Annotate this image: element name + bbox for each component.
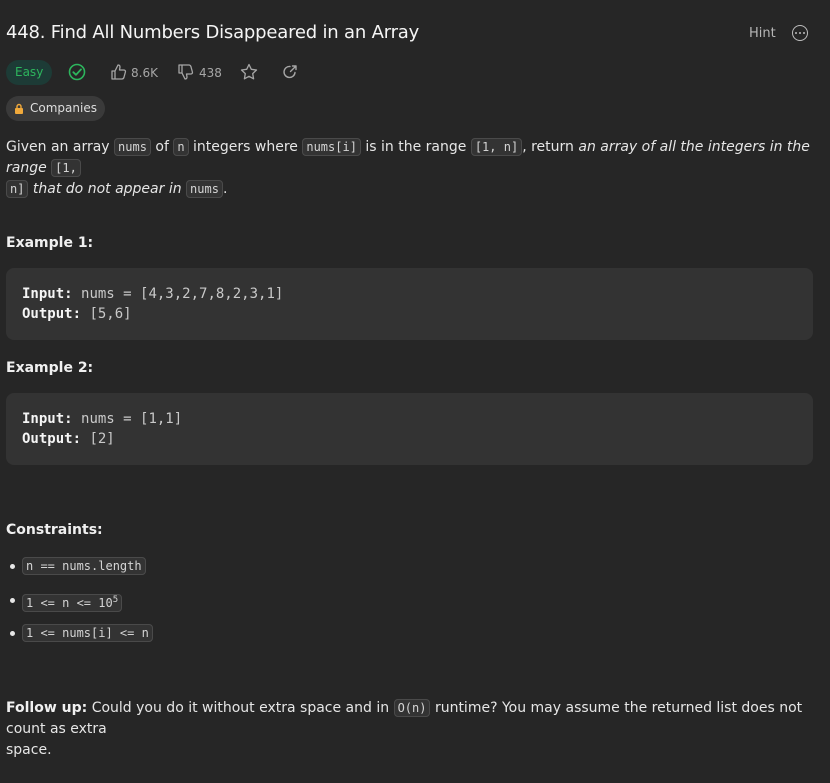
example-1-input: Input: nums = [4,3,2,7,8,2,3,1]: [22, 286, 284, 302]
like-count: 8.6K: [131, 66, 158, 80]
dislike-icon[interactable]: [176, 62, 196, 82]
example-2-heading: Example 2:: [6, 360, 94, 376]
code-nums: nums: [114, 138, 151, 156]
code-nums-2: nums: [186, 180, 223, 198]
example-2-output: Output: [2]: [22, 431, 115, 447]
like-icon[interactable]: [109, 62, 129, 82]
list-bullet: [10, 631, 15, 636]
constraints-heading: Constraints:: [6, 522, 103, 538]
constraint-item: 1 <= n <= 105: [22, 590, 123, 614]
code-range-a: [1,: [51, 159, 81, 177]
share-icon[interactable]: [280, 62, 300, 82]
constraint-item: 1 <= nums[i] <= n: [22, 623, 153, 644]
example-2-input: Input: nums = [1,1]: [22, 411, 183, 427]
hint-button[interactable]: Hint: [749, 26, 776, 41]
problem-description: Given an array nums of n integers where …: [6, 138, 810, 198]
follow-up: Follow up: Could you do it without extra…: [6, 699, 803, 758]
code-nums-i: nums[i]: [302, 138, 361, 156]
lock-icon: [15, 103, 23, 114]
more-options-icon[interactable]: [792, 25, 808, 41]
list-bullet: [10, 598, 15, 603]
dislike-count: 438: [199, 66, 222, 80]
star-icon[interactable]: [239, 62, 259, 82]
list-bullet: [10, 564, 15, 569]
example-1-output: Output: [5,6]: [22, 306, 132, 322]
example-1-heading: Example 1:: [6, 235, 94, 251]
difficulty-badge: Easy: [6, 60, 53, 85]
code-n: n: [173, 138, 189, 156]
example-2-box: Input: nums = [1,1] Output: [2]: [6, 393, 813, 465]
code-range-b: n]: [6, 180, 29, 198]
code-range: [1, n]: [470, 138, 523, 156]
companies-button[interactable]: Companies: [6, 96, 105, 121]
constraint-item: n == nums.length: [22, 556, 146, 577]
companies-label: Companies: [30, 101, 97, 115]
code-big-o: O(n): [393, 699, 431, 717]
solved-check-icon: [68, 63, 86, 81]
example-1-box: Input: nums = [4,3,2,7,8,2,3,1] Output: …: [6, 268, 813, 340]
problem-title: 448. Find All Numbers Disappeared in an …: [6, 22, 420, 43]
